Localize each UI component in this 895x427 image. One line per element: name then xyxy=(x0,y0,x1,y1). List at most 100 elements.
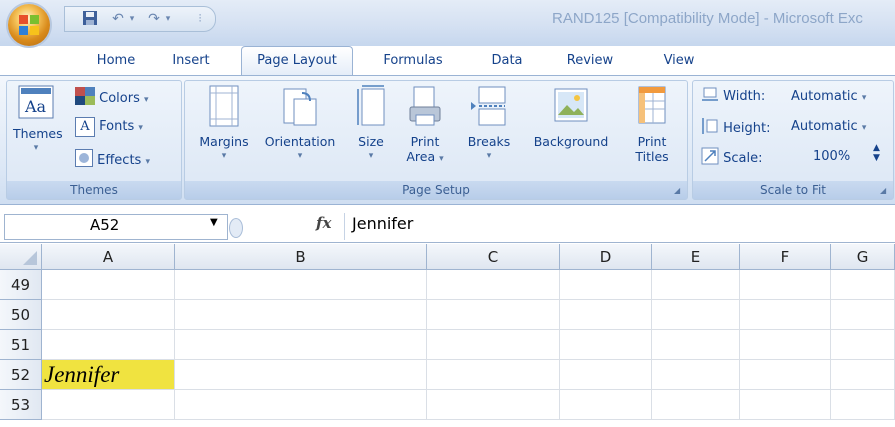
cell-g51[interactable] xyxy=(831,330,895,360)
formula-separator xyxy=(344,213,345,240)
cell-e51[interactable] xyxy=(652,330,740,360)
cell-e49[interactable] xyxy=(652,270,740,300)
column-header-e[interactable]: E xyxy=(652,244,740,270)
tab-review[interactable]: Review xyxy=(558,49,622,75)
orientation-button[interactable]: Orientation ▾ xyxy=(257,85,343,164)
scale-icon xyxy=(701,147,719,165)
cell-f52[interactable] xyxy=(740,360,831,390)
column-header-f[interactable]: F xyxy=(740,244,831,270)
tab-data[interactable]: Data xyxy=(484,49,530,75)
cell-c50[interactable] xyxy=(427,300,560,330)
cell-g52[interactable] xyxy=(831,360,895,390)
cell-d50[interactable] xyxy=(560,300,652,330)
office-logo-icon xyxy=(19,15,39,35)
cell-g50[interactable] xyxy=(831,300,895,330)
scale-control: Scale: xyxy=(701,147,763,167)
formula-input[interactable]: Jennifer xyxy=(352,214,413,233)
height-icon xyxy=(702,118,718,134)
cell-a51[interactable] xyxy=(42,330,175,360)
colors-icon xyxy=(75,87,95,105)
fonts-dropdown-icon: ▾ xyxy=(138,123,143,133)
formula-bar-resize-handle[interactable] xyxy=(229,218,243,238)
cell-a50[interactable] xyxy=(42,300,175,330)
name-box-dropdown-icon[interactable]: ▼ xyxy=(210,217,218,228)
tab-insert[interactable]: Insert xyxy=(166,49,216,75)
cell-c52[interactable] xyxy=(427,360,560,390)
row-header-50[interactable]: 50 xyxy=(0,300,42,330)
margins-button[interactable]: Margins ▾ xyxy=(191,85,257,164)
print-area-button[interactable]: Print Area ▾ xyxy=(401,85,449,167)
row-header-49[interactable]: 49 xyxy=(0,270,42,300)
row-header-52[interactable]: 52 xyxy=(0,360,42,390)
undo-dropdown-icon[interactable]: ▾ xyxy=(123,10,141,28)
height-control: Height: xyxy=(701,117,771,137)
redo-dropdown-icon[interactable]: ▾ xyxy=(159,10,177,28)
effects-button[interactable]: Effects ▾ xyxy=(75,149,150,169)
tab-formulas[interactable]: Formulas xyxy=(376,49,450,75)
fonts-button[interactable]: A Fonts ▾ xyxy=(75,117,143,137)
cell-e53[interactable] xyxy=(652,390,740,420)
cell-g49[interactable] xyxy=(831,270,895,300)
cell-e52[interactable] xyxy=(652,360,740,390)
cell-c51[interactable] xyxy=(427,330,560,360)
cell-f49[interactable] xyxy=(740,270,831,300)
print-titles-button[interactable]: Print Titles xyxy=(625,85,679,164)
scale-to-fit-launcher-icon[interactable]: ◢ xyxy=(880,186,890,196)
print-area-icon xyxy=(409,86,441,126)
effects-label: Effects xyxy=(97,153,142,168)
size-icon xyxy=(357,85,385,126)
cell-b49[interactable] xyxy=(175,270,427,300)
cell-d49[interactable] xyxy=(560,270,652,300)
effects-icon xyxy=(75,149,93,167)
cell-f51[interactable] xyxy=(740,330,831,360)
cell-a53[interactable] xyxy=(42,390,175,420)
cell-d52[interactable] xyxy=(560,360,652,390)
page-setup-launcher-icon[interactable]: ◢ xyxy=(674,186,684,196)
column-header-b[interactable]: B xyxy=(175,244,427,270)
cell-b50[interactable] xyxy=(175,300,427,330)
row-header-53[interactable]: 53 xyxy=(0,390,42,420)
margins-label: Margins xyxy=(199,134,249,149)
cell-a52[interactable]: Jennifer xyxy=(42,360,175,390)
height-dropdown[interactable]: Automatic ▾ xyxy=(791,117,887,137)
cell-c49[interactable] xyxy=(427,270,560,300)
tab-view[interactable]: View xyxy=(654,49,704,75)
row-header-51[interactable]: 51 xyxy=(0,330,42,360)
cell-d51[interactable] xyxy=(560,330,652,360)
office-button[interactable] xyxy=(8,4,50,46)
column-header-a[interactable]: A xyxy=(42,244,175,270)
cell-g53[interactable] xyxy=(831,390,895,420)
save-icon[interactable] xyxy=(81,10,99,28)
themes-button[interactable]: Aa Themes ▾ xyxy=(13,85,63,156)
print-titles-icon xyxy=(638,86,666,124)
cell-d53[interactable] xyxy=(560,390,652,420)
select-all-button[interactable] xyxy=(0,244,42,270)
scale-spinner[interactable]: 100% xyxy=(813,147,850,167)
page-setup-group-label: Page Setup xyxy=(185,181,687,199)
scale-spinner-arrows-icon[interactable]: ▲ ▼ xyxy=(873,143,880,163)
tab-home[interactable]: Home xyxy=(90,49,142,75)
print-area-label-2: Area xyxy=(406,149,436,164)
column-header-d[interactable]: D xyxy=(560,244,652,270)
column-header-g[interactable]: G xyxy=(831,244,895,270)
width-control: Width: xyxy=(701,87,765,107)
insert-function-icon[interactable]: fx xyxy=(316,214,331,232)
size-dropdown-icon: ▾ xyxy=(368,151,374,161)
breaks-button[interactable]: Breaks ▾ xyxy=(461,85,517,164)
cell-e50[interactable] xyxy=(652,300,740,330)
size-button[interactable]: Size ▾ xyxy=(351,85,391,164)
column-header-c[interactable]: C xyxy=(427,244,560,270)
cell-f50[interactable] xyxy=(740,300,831,330)
cell-c53[interactable] xyxy=(427,390,560,420)
cell-b51[interactable] xyxy=(175,330,427,360)
customize-qat-icon[interactable]: ⫶ xyxy=(191,10,209,28)
width-dropdown[interactable]: Automatic ▾ xyxy=(791,87,887,107)
colors-button[interactable]: Colors ▾ xyxy=(75,87,149,107)
cell-b52[interactable] xyxy=(175,360,427,390)
cell-a49[interactable] xyxy=(42,270,175,300)
background-button[interactable]: Background xyxy=(521,85,621,149)
cell-f53[interactable] xyxy=(740,390,831,420)
colors-label: Colors xyxy=(99,91,140,106)
cell-b53[interactable] xyxy=(175,390,427,420)
tab-page-layout[interactable]: Page Layout xyxy=(241,46,353,77)
